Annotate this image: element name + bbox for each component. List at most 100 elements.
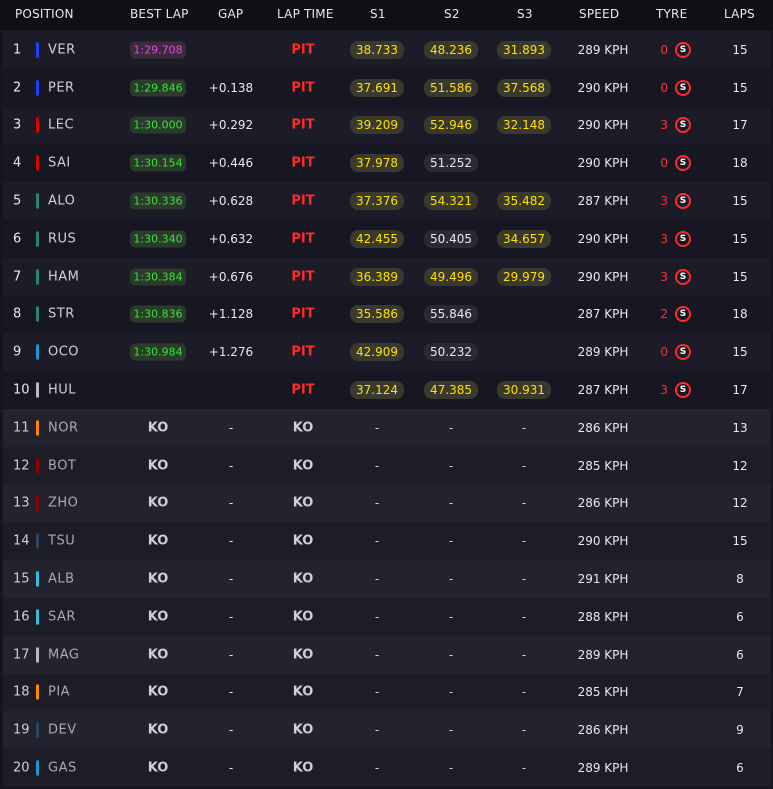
position-number: 11 <box>13 420 30 436</box>
header-s2[interactable]: S2 <box>444 7 460 21</box>
lap-time-status: KO <box>292 571 314 587</box>
table-row[interactable]: 16 SAR KO - KO - - - 288 KPH 6 <box>3 598 771 636</box>
position-number: 12 <box>13 458 30 474</box>
header-best-lap[interactable]: BEST LAP <box>130 7 189 21</box>
table-row[interactable]: 20 GAS KO - KO - - - 289 KPH 6 <box>3 749 771 787</box>
table-row[interactable]: 17 MAG KO - KO - - - 289 KPH 6 <box>3 635 771 674</box>
header-speed[interactable]: SPEED <box>579 7 619 21</box>
header-tyre[interactable]: TYRE <box>656 7 687 21</box>
position-number: 2 <box>13 80 22 96</box>
speed-value: 290 KPH <box>577 231 629 246</box>
table-row[interactable]: 4 SAI 1:30.154 +0.446 PIT 37.978 51.252 290 KPH… <box>3 144 771 183</box>
soft-tyre-icon: S <box>675 382 691 399</box>
position-number: 14 <box>13 533 30 549</box>
gap-value: - <box>228 458 234 473</box>
team-color-bar <box>36 155 39 171</box>
header-lap-time[interactable]: LAP TIME <box>277 7 334 21</box>
position-number: 3 <box>13 117 22 133</box>
table-row[interactable]: 13 ZHO KO - KO - - - 286 KPH 12 <box>3 484 771 523</box>
table-row[interactable]: 10 HUL PIT 37.124 47.385 30.931 287 KPH 3 S 17 <box>3 371 771 409</box>
team-color-bar <box>36 495 39 511</box>
speed-value: 289 KPH <box>577 761 629 776</box>
sector-s1-time: 39.209 <box>350 116 404 135</box>
sector-s2-time: 50.405 <box>424 229 478 248</box>
lap-time-status: PIT <box>291 155 315 171</box>
header-laps[interactable]: LAPS <box>724 7 755 21</box>
sector-s1-time: 42.455 <box>350 229 404 248</box>
team-color-bar <box>36 647 39 663</box>
sector-s2-time: - <box>448 647 454 662</box>
laps-count: 6 <box>736 761 744 776</box>
sector-s3-time: 37.568 <box>497 78 551 97</box>
tyre-age: 0 <box>660 345 668 360</box>
laps-count: 12 <box>732 496 748 511</box>
best-lap: KO <box>147 647 169 663</box>
table-row[interactable]: 9 OCO 1:30.984 +1.276 PIT 42.909 50.232 289 KPH… <box>3 333 771 372</box>
team-color-bar <box>36 684 39 700</box>
driver-code: LEC <box>48 117 75 133</box>
sector-s3-time: 31.893 <box>497 40 551 59</box>
laps-count: 18 <box>732 156 748 171</box>
sector-s1-time: 35.586 <box>350 305 404 324</box>
driver-code: BOT <box>48 458 77 474</box>
speed-value: 290 KPH <box>577 80 629 95</box>
gap-value: - <box>228 609 234 624</box>
table-row[interactable]: 19 DEV KO - KO - - - 286 KPH 9 <box>3 711 771 750</box>
table-row[interactable]: 11 NOR KO - KO - - - 286 KPH 13 <box>3 409 771 447</box>
sector-s1-time: - <box>374 496 380 511</box>
table-row[interactable]: 7 HAM 1:30.384 +0.676 PIT 36.389 49.496 29.979 2… <box>3 257 771 296</box>
driver-code: SAR <box>48 609 76 625</box>
position-number: 9 <box>13 344 22 360</box>
lap-time-status: PIT <box>291 117 315 133</box>
position-number: 6 <box>13 231 22 247</box>
position-number: 17 <box>13 647 30 663</box>
gap-value: +0.138 <box>208 80 254 95</box>
table-row[interactable]: 18 PIA KO - KO - - - 285 KPH 7 <box>3 673 771 712</box>
header-s1[interactable]: S1 <box>370 7 386 21</box>
table-row[interactable]: 8 STR 1:30.836 +1.128 PIT 35.586 55.846 287 KPH… <box>3 295 771 334</box>
gap-value: - <box>228 685 234 700</box>
sector-s2-time: 51.252 <box>424 154 478 173</box>
table-row[interactable]: 12 BOT KO - KO - - - 285 KPH 12 <box>3 446 771 485</box>
best-lap: KO <box>147 722 169 738</box>
sector-s3-time: - <box>521 534 527 549</box>
team-color-bar <box>36 344 39 360</box>
position-number: 10 <box>13 382 30 398</box>
speed-value: 289 KPH <box>577 647 629 662</box>
sector-s2-time: 51.586 <box>424 78 478 97</box>
speed-value: 289 KPH <box>577 42 629 57</box>
laps-count: 17 <box>732 383 748 398</box>
gap-value: - <box>228 420 234 435</box>
gap-value: +0.292 <box>208 118 254 133</box>
lap-time-status: PIT <box>291 382 315 398</box>
best-lap: KO <box>147 533 169 549</box>
best-lap: 1:30.154 <box>130 154 186 172</box>
driver-code: GAS <box>48 760 77 776</box>
table-row[interactable]: 6 RUS 1:30.340 +0.632 PIT 42.455 50.405 34.657 2… <box>3 220 771 258</box>
table-row[interactable]: 5 ALO 1:30.336 +0.628 PIT 37.376 54.321 35.482 2… <box>3 182 771 220</box>
table-row[interactable]: 15 ALB KO - KO - - - 291 KPH 8 <box>3 560 771 598</box>
lap-time-status: KO <box>292 722 314 738</box>
team-color-bar <box>36 533 39 549</box>
best-lap: 1:30.836 <box>130 305 186 323</box>
table-row[interactable]: 14 TSU KO - KO - - - 290 KPH 15 <box>3 522 771 561</box>
team-color-bar <box>36 231 39 247</box>
header-s3[interactable]: S3 <box>517 7 533 21</box>
driver-code: RUS <box>48 231 77 247</box>
speed-value: 286 KPH <box>577 420 629 435</box>
tyre-age: 3 <box>660 194 668 209</box>
sector-s3-time: - <box>521 761 527 776</box>
header-position[interactable]: POSITION <box>15 7 74 21</box>
soft-tyre-icon: S <box>675 155 691 172</box>
sector-s1-time: 37.124 <box>350 381 404 400</box>
table-row[interactable]: 3 LEC 1:30.000 +0.292 PIT 39.209 52.946 32.148 2… <box>3 106 771 145</box>
tyre-age: 3 <box>660 118 668 133</box>
table-row[interactable]: 1 VER 1:29.708 PIT 38.733 48.236 31.893 289 KPH… <box>3 31 771 69</box>
driver-code: ALO <box>48 193 76 209</box>
driver-code: TSU <box>48 533 76 549</box>
sector-s3-time: - <box>521 647 527 662</box>
header-gap[interactable]: GAP <box>218 7 243 21</box>
table-row[interactable]: 2 PER 1:29.846 +0.138 PIT 37.691 51.586 37.568 2… <box>3 68 771 107</box>
sector-s1-time: - <box>374 723 380 738</box>
sector-s3-time: - <box>521 572 527 587</box>
